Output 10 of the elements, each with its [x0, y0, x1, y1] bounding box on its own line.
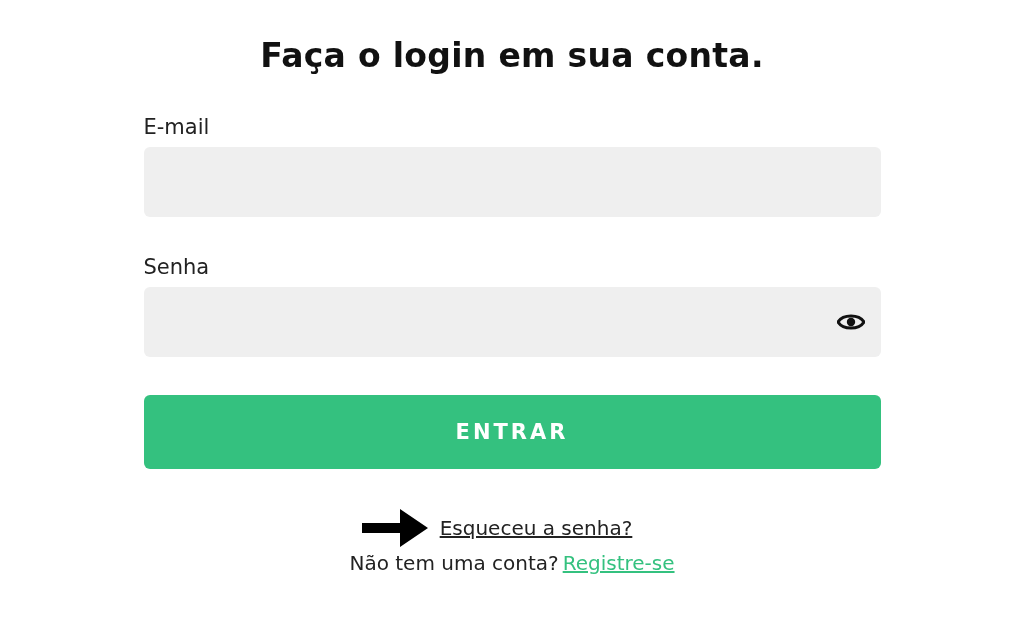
page-title: Faça o login em sua conta. — [259, 36, 765, 75]
forgot-password-link[interactable]: Esqueceu a senha? — [439, 516, 633, 540]
login-button[interactable]: ENTRAR — [143, 395, 881, 469]
eye-icon[interactable] — [836, 313, 865, 331]
field-label: Senha — [143, 255, 211, 279]
arrow-icon — [361, 509, 428, 547]
register-link[interactable]: Registre-se — [562, 551, 675, 575]
register-prompt: Não tem uma conta? — [349, 551, 559, 575]
password-field[interactable] — [143, 287, 881, 357]
field-label: E-mail — [143, 115, 211, 139]
